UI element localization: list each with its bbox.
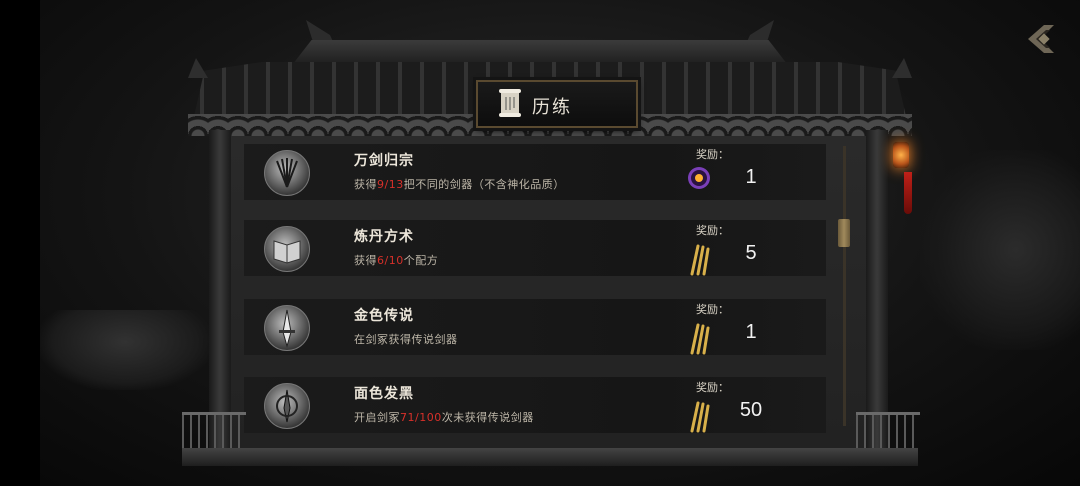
lantern-icon <box>893 142 909 168</box>
reward-label: 奖励： <box>696 224 729 237</box>
gold-swords-icon <box>690 323 710 355</box>
achievement-row[interactable]: 万剑归宗 获得9/13把不同的剑器（不含神化品质） 奖励： 1 <box>244 144 826 200</box>
rock-decoration-right <box>920 150 1080 350</box>
achievement-row[interactable]: 面色发黑 开启剑冢71/100次未获得传说剑器 奖励： 50 <box>244 377 826 433</box>
red-tassel <box>904 172 912 214</box>
achievement-desc: 开启剑冢71/100次未获得传说剑器 <box>354 411 534 424</box>
reward-label: 奖励： <box>696 303 729 316</box>
reward-label: 奖励： <box>696 148 729 161</box>
achievement-row[interactable]: 炼丹方术 获得6/10个配方 奖励： 5 <box>244 220 826 276</box>
scrollbar-thumb[interactable] <box>838 219 850 247</box>
reward-amount: 50 <box>739 399 763 421</box>
roof-tip-left <box>188 58 208 78</box>
achievement-name: 面色发黑 <box>354 386 414 402</box>
back-button[interactable] <box>1024 22 1058 56</box>
reward-amount: 1 <box>745 166 757 188</box>
reward-amount: 5 <box>745 242 757 264</box>
swords-fan-icon <box>264 150 310 196</box>
scrollbar-track[interactable] <box>843 146 846 426</box>
pavilion-base <box>182 448 918 466</box>
gold-swords-icon <box>690 401 710 433</box>
achievement-desc: 获得9/13把不同的剑器（不含神化品质） <box>354 178 565 191</box>
left-black-bar <box>0 0 40 486</box>
dark-sword-icon <box>264 383 310 429</box>
page-title: 历练 <box>532 97 572 118</box>
title-plaque: 历练 <box>476 80 638 128</box>
railing-left <box>182 412 246 453</box>
reward-amount: 1 <box>745 321 757 343</box>
pillar-right <box>866 130 888 460</box>
achievement-name: 炼丹方术 <box>354 229 414 245</box>
gold-swords-icon <box>690 244 710 276</box>
achievement-desc: 在剑冢获得传说剑器 <box>354 333 458 346</box>
achievement-row[interactable]: 金色传说 在剑冢获得传说剑器 奖励： 1 <box>244 299 826 355</box>
scroll-icon <box>499 89 521 117</box>
roof-tip-right <box>892 58 912 78</box>
reward-label: 奖励： <box>696 381 729 394</box>
book-icon <box>264 226 310 272</box>
back-arrow-icon <box>1028 25 1054 53</box>
achievement-name: 金色传说 <box>354 308 414 324</box>
achievement-desc: 获得6/10个配方 <box>354 254 439 267</box>
railing-right <box>856 412 920 453</box>
pillar-left <box>209 130 231 460</box>
legendary-sword-icon <box>264 305 310 351</box>
purple-orb-icon <box>688 167 710 189</box>
achievement-name: 万剑归宗 <box>354 153 414 169</box>
rock-decoration-left <box>40 310 210 390</box>
